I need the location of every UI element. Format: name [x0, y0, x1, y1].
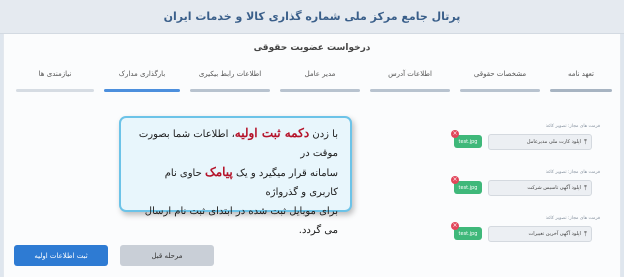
submit-initial-info-button[interactable]: ثبت اطلاعات اولیه	[14, 245, 108, 266]
step-tabs: تعهد نامه مشخصات حقوقی اطلاعات آدرس مدیر…	[14, 70, 612, 92]
instruction-callout: با زدن دکمه ثبت اولیه، اطلاعات شما بصورت…	[119, 116, 352, 236]
format-hint: فرمت های مجاز: تصویر کاغذ	[545, 216, 600, 221]
format-hint: فرمت های مجاز: تصویر کاغذ	[545, 170, 600, 175]
tab-label: مدیر عامل	[304, 70, 336, 78]
tab-commitment[interactable]: تعهد نامه	[550, 70, 612, 92]
portal-header: پرتال جامع مرکز ملی شماره گذاری کالا و خ…	[0, 0, 624, 34]
tab-underline	[460, 89, 540, 92]
tab-label: مشخصات حقوقی	[473, 70, 527, 78]
upload-latest-changes-button[interactable]: ⤒ اپلود آگهی آخرین تغییرات	[488, 226, 592, 242]
upload-icon: ⤒	[583, 183, 587, 192]
callout-line-1: با زدن دکمه ثبت اولیه، اطلاعات شما بصورت…	[133, 124, 338, 163]
tab-documents[interactable]: بارگذاری مدارک	[104, 70, 180, 92]
remove-file-icon[interactable]: ×	[451, 130, 459, 138]
upload-row-latest-changes: فرمت های مجاز: تصویر کاغذ ⤒ اپلود آگهی آ…	[440, 216, 600, 256]
callout-line-2: سامانه قرار میگیرد و یک پیامک حاوی نام ک…	[133, 163, 338, 202]
uploaded-file-chip[interactable]: test.jpg	[454, 181, 482, 194]
form-title: درخواست عضویت حقوقی	[253, 43, 371, 53]
tab-contact[interactable]: اطلاعات رابط بیکیری	[190, 70, 270, 92]
upload-icon: ⤒	[583, 137, 587, 146]
upload-founding-notice-button[interactable]: ⤒ اپلود آگهی تاسیس شرکت	[488, 180, 592, 196]
tab-label: اطلاعات رابط بیکیری	[198, 70, 262, 78]
tab-address[interactable]: اطلاعات آدرس	[370, 70, 450, 92]
upload-icon: ⤒	[583, 229, 587, 238]
tab-underline	[190, 89, 270, 92]
uploaded-file-chip[interactable]: test.jpg	[454, 227, 482, 240]
tab-ceo[interactable]: مدیر عامل	[280, 70, 360, 92]
upload-row-founding-notice: فرمت های مجاز: تصویر کاغذ ⤒ اپلود آگهی ت…	[440, 170, 600, 210]
upload-label: اپلود آگهی آخرین تغییرات	[528, 231, 581, 237]
remove-file-icon[interactable]: ×	[451, 222, 459, 230]
uploaded-file-chip[interactable]: test.jpg	[454, 135, 482, 148]
format-hint: فرمت های مجاز: تصویر کاغذ	[545, 124, 600, 129]
upload-label: اپلود آگهی تاسیس شرکت	[527, 185, 581, 191]
remove-file-icon[interactable]: ×	[451, 176, 459, 184]
tab-underline	[370, 89, 450, 92]
callout-text: با زدن	[309, 129, 338, 140]
tab-underline	[550, 89, 612, 92]
tab-underline	[16, 89, 94, 92]
callout-highlight: دکمه ثبت اولیه	[234, 126, 310, 140]
callout-line-3: برای موبایل ثبت شده در ابتدای ثبت نام ار…	[144, 206, 338, 236]
tab-underline	[104, 89, 180, 92]
tab-requirements[interactable]: نیازمندی ها	[16, 70, 94, 92]
tab-underline	[280, 89, 360, 92]
upload-ceo-id-button[interactable]: ⤒ اپلود کارت ملی مدیرعامل	[488, 134, 592, 150]
tab-label: بارگذاری مدارک	[118, 70, 166, 78]
upload-label: اپلود کارت ملی مدیرعامل	[526, 139, 581, 145]
previous-step-button[interactable]: مرحله قبل	[120, 245, 214, 266]
callout-text: سامانه قرار میگیرد و یک	[232, 168, 338, 179]
tab-legal-info[interactable]: مشخصات حقوقی	[460, 70, 540, 92]
tab-label: تعهد نامه	[567, 70, 595, 78]
tab-label: نیازمندی ها	[38, 70, 72, 78]
upload-row-ceo-id: فرمت های مجاز: تصویر کاغذ ⤒ اپلود کارت م…	[440, 124, 600, 164]
portal-title: پرتال جامع مرکز ملی شماره گذاری کالا و خ…	[163, 10, 461, 23]
callout-highlight: پیامک	[204, 165, 233, 179]
tab-label: اطلاعات آدرس	[388, 70, 432, 78]
